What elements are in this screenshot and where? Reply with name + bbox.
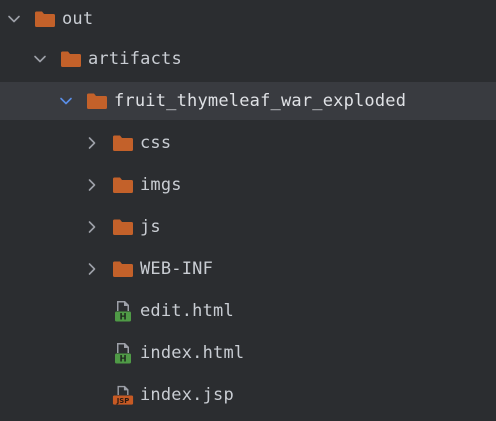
tree-node-web-inf[interactable]: WEB-INF [0,250,496,288]
tree-node-imgs[interactable]: imgs [0,166,496,204]
chevron-down-icon[interactable] [32,51,48,67]
chevron-down-icon[interactable] [58,93,74,109]
chevron-right-icon[interactable] [84,135,100,151]
tree-node-label: edit.html [140,301,234,321]
tree-node-label: artifacts [88,49,182,69]
tree-node-css[interactable]: css [0,124,496,162]
html-badge-text: H [119,313,126,322]
tree-node-edit-html[interactable]: H edit.html [0,292,496,330]
chevron-right-icon[interactable] [84,177,100,193]
chevron-right-icon[interactable] [84,219,100,235]
tree-node-index-jsp[interactable]: JSP index.jsp [0,376,496,414]
tree-node-label: css [140,133,172,153]
folder-icon [60,49,82,69]
html-badge-text: H [119,355,126,364]
folder-icon [34,9,56,29]
tree-node-fruit-thymeleaf-war-exploded[interactable]: fruit_thymeleaf_war_exploded [0,82,496,120]
tree-node-index-html[interactable]: H index.html [0,334,496,372]
tree-node-label: fruit_thymeleaf_war_exploded [114,91,407,111]
tree-node-artifacts[interactable]: artifacts [0,40,496,78]
folder-icon [112,217,134,237]
project-tree: out artifacts fruit_thymeleaf_war_explod… [0,0,496,421]
tree-node-label: WEB-INF [140,259,214,279]
chevron-down-icon[interactable] [6,11,22,27]
folder-icon [112,175,134,195]
jsp-badge-text: JSP [116,397,130,405]
tree-node-label: out [62,9,94,29]
tree-node-js[interactable]: js [0,208,496,246]
jsp-file-icon: JSP [112,385,134,405]
folder-icon [112,259,134,279]
tree-node-label: index.html [140,343,245,363]
html-file-icon: H [112,343,134,364]
html-file-icon: H [112,301,134,322]
chevron-right-icon[interactable] [84,261,100,277]
folder-icon [112,133,134,153]
tree-node-out[interactable]: out [0,0,496,38]
folder-icon [86,91,108,111]
tree-node-label: index.jsp [140,385,234,405]
tree-node-label: js [140,217,161,237]
tree-node-label: imgs [140,175,182,195]
